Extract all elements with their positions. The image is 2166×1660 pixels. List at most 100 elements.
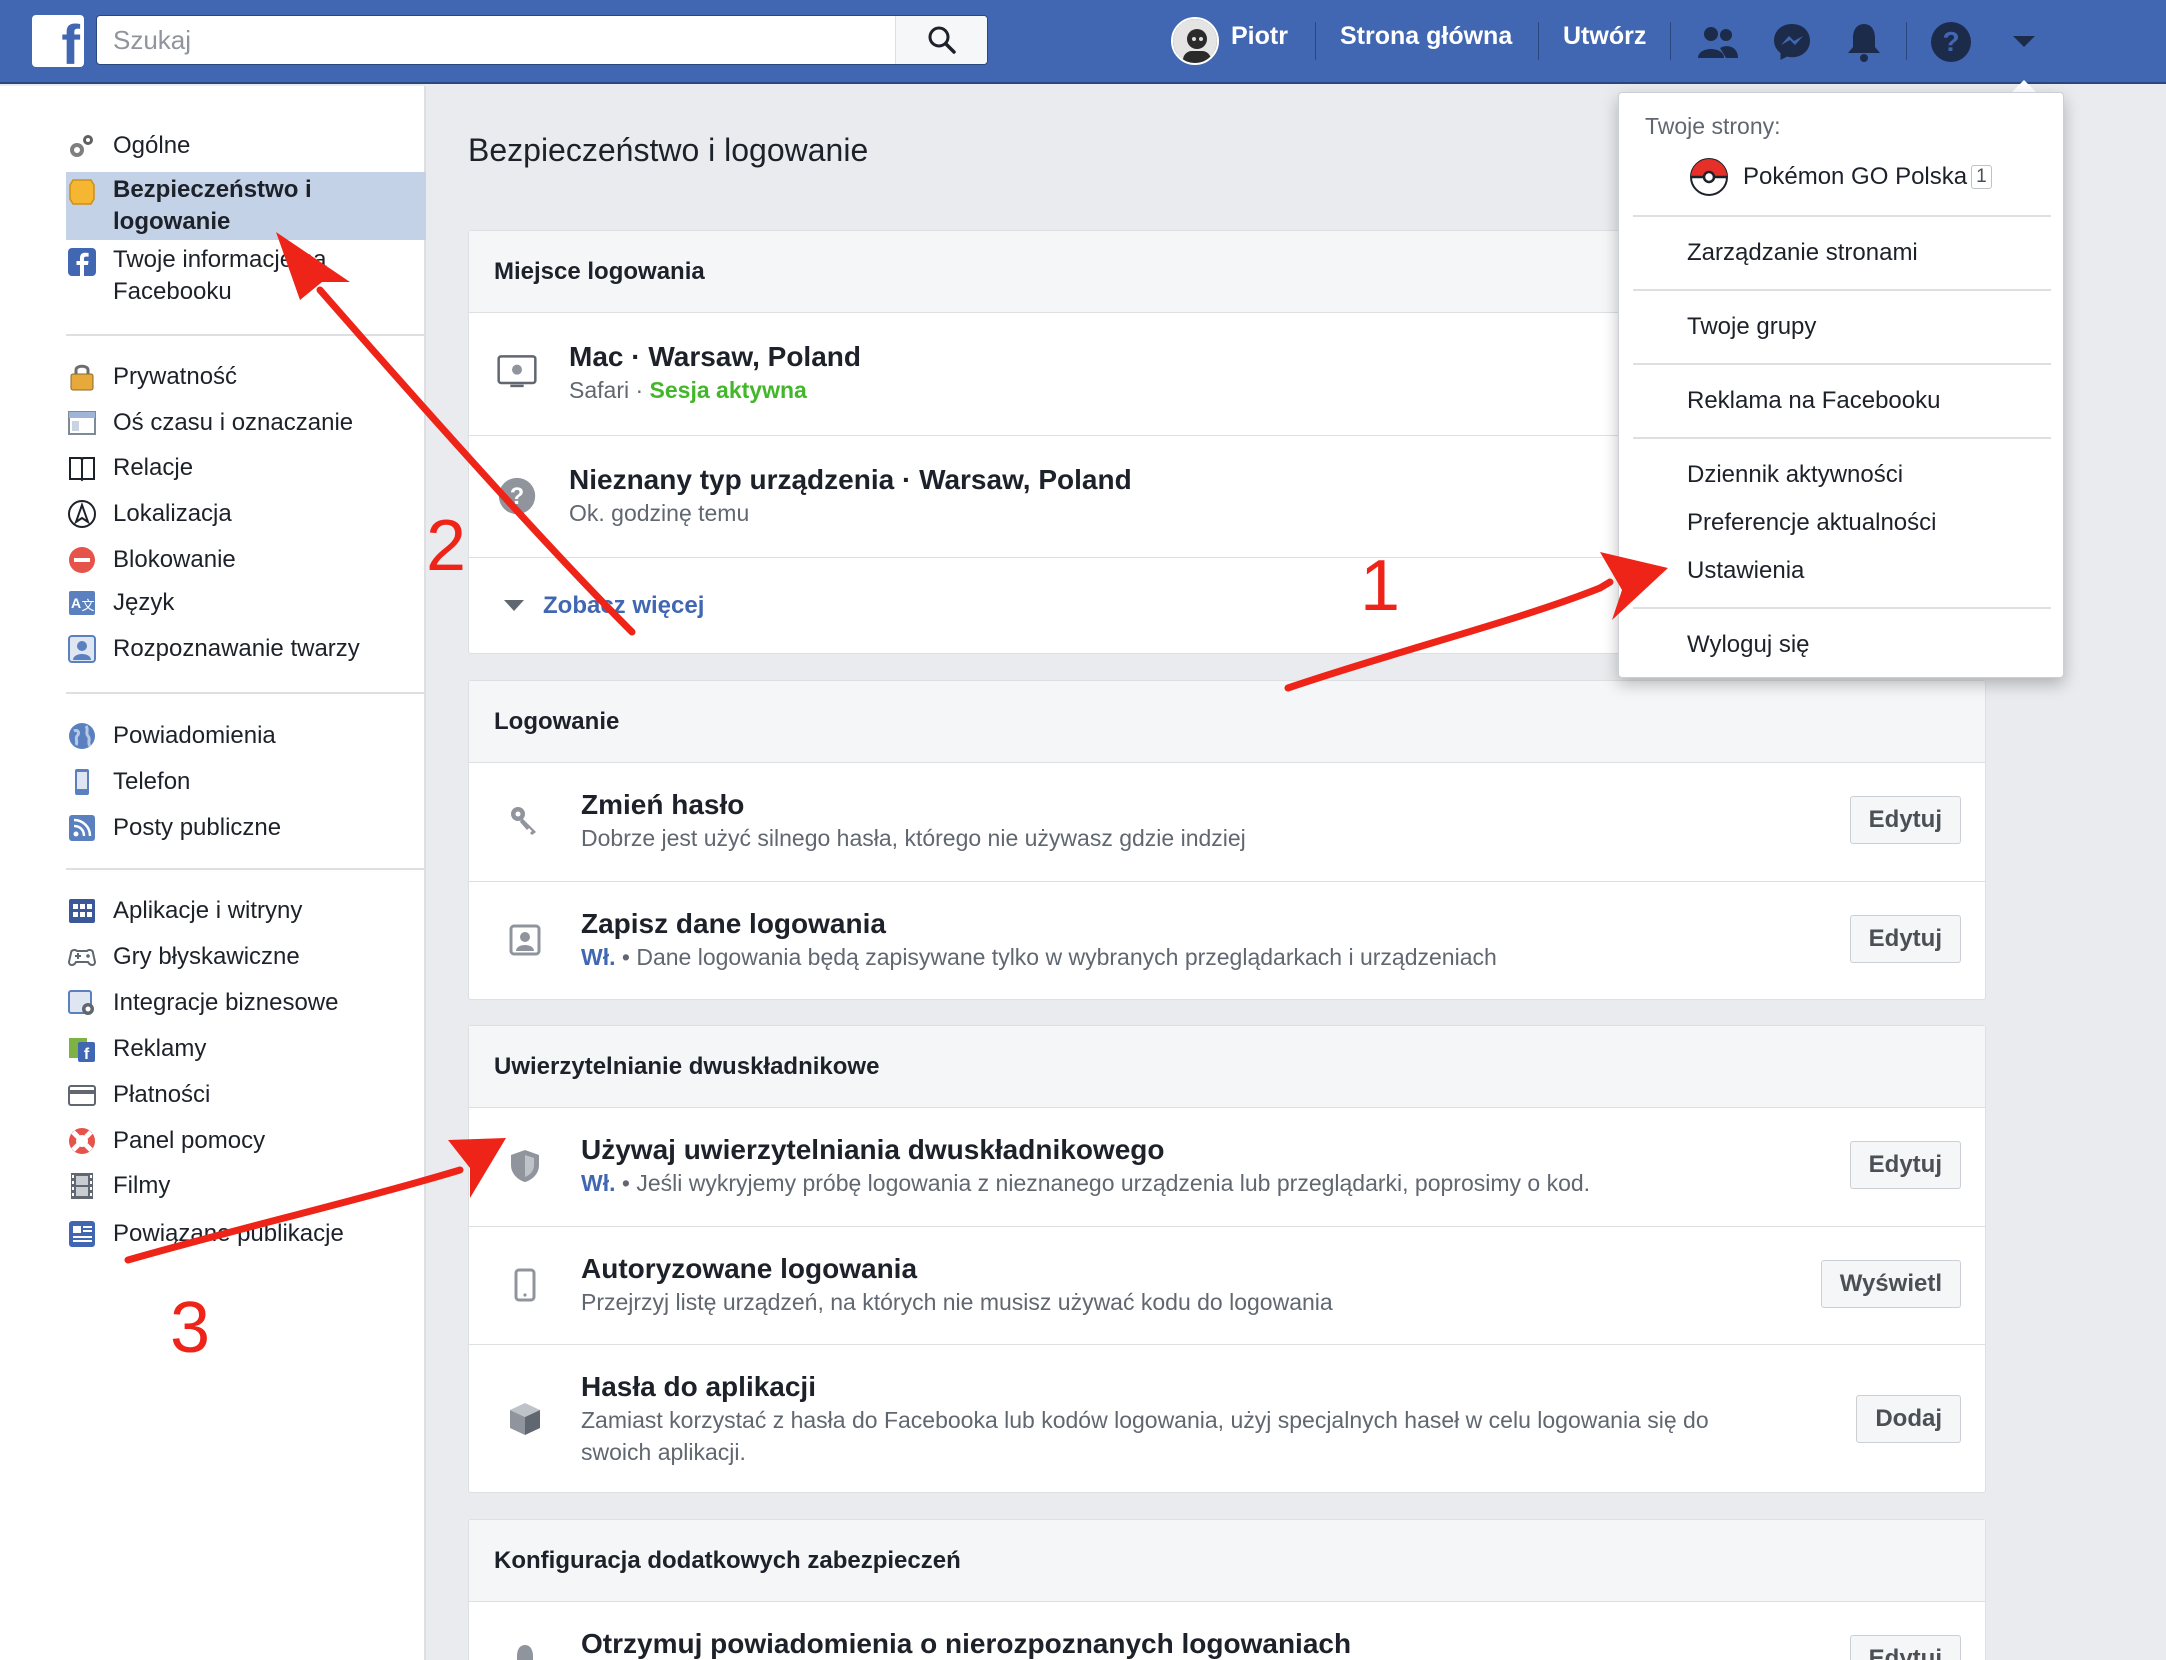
- sidebar-item-phone[interactable]: Telefon: [66, 762, 190, 802]
- view-authorized-logins-button[interactable]: Wyświetl: [1820, 1260, 1961, 1308]
- menu-item-activity-log[interactable]: Dziennik aktywności: [1687, 461, 1903, 489]
- edit-password-button[interactable]: Edytuj: [1849, 796, 1961, 844]
- sidebar-item-language[interactable]: A文 Język: [66, 583, 174, 623]
- sidebar-item-label: Integracje biznesowe: [113, 989, 339, 1016]
- setting-row-two-factor: Używaj uwierzytelniania dwuskładnikowego…: [469, 1108, 1985, 1226]
- login-panel: Logowanie Zmień hasło Dobrze jest użyć s…: [468, 680, 1986, 1000]
- dropdown-divider: [1633, 215, 2051, 217]
- sidebar-item-general[interactable]: Ogólne: [66, 126, 190, 166]
- row-description: Przejrzyj listę urządzeń, na których nie…: [581, 1289, 1333, 1315]
- sidebar-item-payments[interactable]: Płatności: [66, 1075, 210, 1115]
- sidebar-item-apps[interactable]: Aplikacje i witryny: [66, 891, 302, 931]
- phone-icon: [66, 766, 98, 798]
- sidebar-item-security[interactable]: Bezpieczeństwo i logowanie: [66, 174, 312, 238]
- block-icon: [66, 544, 98, 576]
- notifications-bell-icon[interactable]: [1840, 18, 1888, 66]
- search-button[interactable]: [895, 16, 987, 64]
- sidebar-item-label-line: Bezpieczeństwo i: [113, 176, 312, 203]
- page-notification-badge: 1: [1971, 165, 1992, 189]
- messenger-icon[interactable]: [1768, 18, 1816, 66]
- sidebar-item-label-line: Twoje informacje na: [113, 246, 327, 273]
- sidebar-item-ads[interactable]: f Reklamy: [66, 1029, 206, 1069]
- top-navigation-bar: f Piotr Strona główna Utwórz ?: [0, 0, 2166, 84]
- sidebar-item-your-information[interactable]: Twoje informacje na Facebooku: [66, 244, 326, 308]
- menu-item-your-groups[interactable]: Twoje grupy: [1687, 313, 1816, 341]
- edit-login-alerts-button[interactable]: Edytuj: [1849, 1635, 1961, 1660]
- sidebar-item-face-recognition[interactable]: Rozpoznawanie twarzy: [66, 629, 360, 669]
- menu-item-log-out[interactable]: Wyloguj się: [1687, 631, 1810, 659]
- search-input[interactable]: [97, 16, 897, 64]
- facebook-logo[interactable]: f: [32, 15, 84, 67]
- sidebar-item-notifications[interactable]: Powiadomienia: [66, 716, 276, 756]
- menu-item-news-feed-preferences[interactable]: Preferencje aktualności: [1687, 509, 1936, 537]
- row-description: Zamiast korzystać z hasła do Facebooka l…: [581, 1407, 1709, 1433]
- profile-link[interactable]: Piotr: [1231, 22, 1288, 51]
- sidebar-item-label: Gry błyskawiczne: [113, 943, 300, 970]
- sidebar-item-support-inbox[interactable]: Panel pomocy: [66, 1121, 265, 1161]
- menu-item-manage-pages[interactable]: Zarządzanie stronami: [1687, 239, 1918, 267]
- setting-row-unrecognized-login-alerts: Otrzymuj powiadomienia o nierozpoznanych…: [469, 1602, 1985, 1660]
- menu-item-settings[interactable]: Ustawienia: [1687, 557, 1804, 585]
- sidebar-item-label: Płatności: [113, 1081, 211, 1108]
- search-icon: [928, 26, 956, 54]
- sidebar-item-label: Język: [113, 589, 175, 616]
- session-details: Safari · Sesja aktywna: [569, 377, 807, 403]
- setting-row-authorized-logins: Autoryzowane logowania Przejrzyj listę u…: [469, 1226, 1985, 1344]
- book-icon: [66, 452, 98, 484]
- add-app-password-button[interactable]: Dodaj: [1856, 1395, 1961, 1443]
- home-link[interactable]: Strona główna: [1340, 22, 1512, 51]
- sidebar-item-privacy[interactable]: Prywatność: [66, 357, 237, 397]
- page-item-pokemon-go[interactable]: Pokémon GO Polska 1: [1689, 157, 1992, 197]
- see-more-label: Zobacz więcej: [543, 592, 705, 619]
- svg-text:?: ?: [510, 484, 524, 510]
- sidebar-item-timeline[interactable]: Oś czasu i oznaczanie: [66, 403, 353, 443]
- row-description: Dobrze jest użyć silnego hasła, którego …: [581, 825, 1246, 851]
- avatar[interactable]: [1171, 17, 1219, 65]
- sidebar-item-business-integrations[interactable]: Integracje biznesowe: [66, 983, 338, 1023]
- sidebar-item-location[interactable]: Lokalizacja: [66, 494, 232, 534]
- sidebar-item-linked-publications[interactable]: Powiązane publikacje: [66, 1214, 344, 1254]
- see-more-link[interactable]: Zobacz więcej: [503, 592, 704, 620]
- row-description: Wł. • Jeśli wykryjemy próbę logowania z …: [581, 1170, 1591, 1196]
- sidebar-item-label: Lokalizacja: [113, 500, 232, 527]
- lifebuoy-icon: [66, 1125, 98, 1157]
- sidebar-item-relations[interactable]: Relacje: [66, 448, 193, 488]
- sidebar-item-videos[interactable]: Filmy: [66, 1166, 170, 1206]
- extra-security-panel: Konfiguracja dodatkowych zabezpieczeń Ot…: [468, 1519, 1986, 1660]
- account-menu-chevron-down-icon[interactable]: [2000, 18, 2048, 66]
- settings-sidebar: Ogólne Bezpieczeństwo i logowanie Twoje i…: [0, 86, 426, 1660]
- annotation-number-2: 2: [426, 506, 467, 586]
- rss-icon: [66, 812, 98, 844]
- edit-save-login-button[interactable]: Edytuj: [1849, 915, 1961, 963]
- row-description: Wł. • Dane logowania będą zapisywane tyl…: [581, 944, 1497, 970]
- friends-icon[interactable]: [1694, 18, 1742, 66]
- sidebar-item-blocking[interactable]: Blokowanie: [66, 540, 236, 580]
- sidebar-item-label: Prywatność: [113, 363, 238, 390]
- sidebar-item-instant-games[interactable]: Gry błyskawiczne: [66, 937, 300, 977]
- sidebar-item-public-posts[interactable]: Posty publiczne: [66, 808, 281, 848]
- panel-header: Logowanie: [469, 681, 1985, 763]
- nav-divider: [1538, 22, 1539, 60]
- row-title: Otrzymuj powiadomienia o nierozpoznanych…: [581, 1628, 1352, 1659]
- page-title: Bezpieczeństwo i logowanie: [468, 132, 869, 168]
- nav-divider: [1670, 22, 1671, 60]
- mobile-icon: [505, 1265, 545, 1305]
- create-link[interactable]: Utwórz: [1563, 22, 1646, 51]
- setting-row-save-login: Zapisz dane logowania Wł. • Dane logowan…: [469, 881, 1985, 999]
- row-title: Zmień hasło: [581, 789, 745, 820]
- sidebar-item-label: Blokowanie: [113, 546, 236, 573]
- help-icon[interactable]: ?: [1927, 18, 1975, 66]
- menu-item-advertising[interactable]: Reklama na Facebooku: [1687, 387, 1940, 415]
- session-time: Ok. godzinę temu: [569, 500, 750, 526]
- business-integrations-icon: [66, 987, 98, 1019]
- sidebar-item-label-line: logowanie: [113, 208, 231, 235]
- facebook-logo-letter: f: [61, 15, 80, 68]
- session-status: Sesja aktywna: [649, 377, 807, 403]
- apps-grid-icon: [66, 895, 98, 927]
- unknown-device-icon: ?: [497, 476, 537, 516]
- svg-text:A: A: [71, 595, 81, 611]
- sidebar-divider: [66, 692, 426, 694]
- pokeball-icon: [1689, 157, 1729, 197]
- bell-icon: [505, 1640, 545, 1660]
- edit-two-factor-button[interactable]: Edytuj: [1849, 1141, 1961, 1189]
